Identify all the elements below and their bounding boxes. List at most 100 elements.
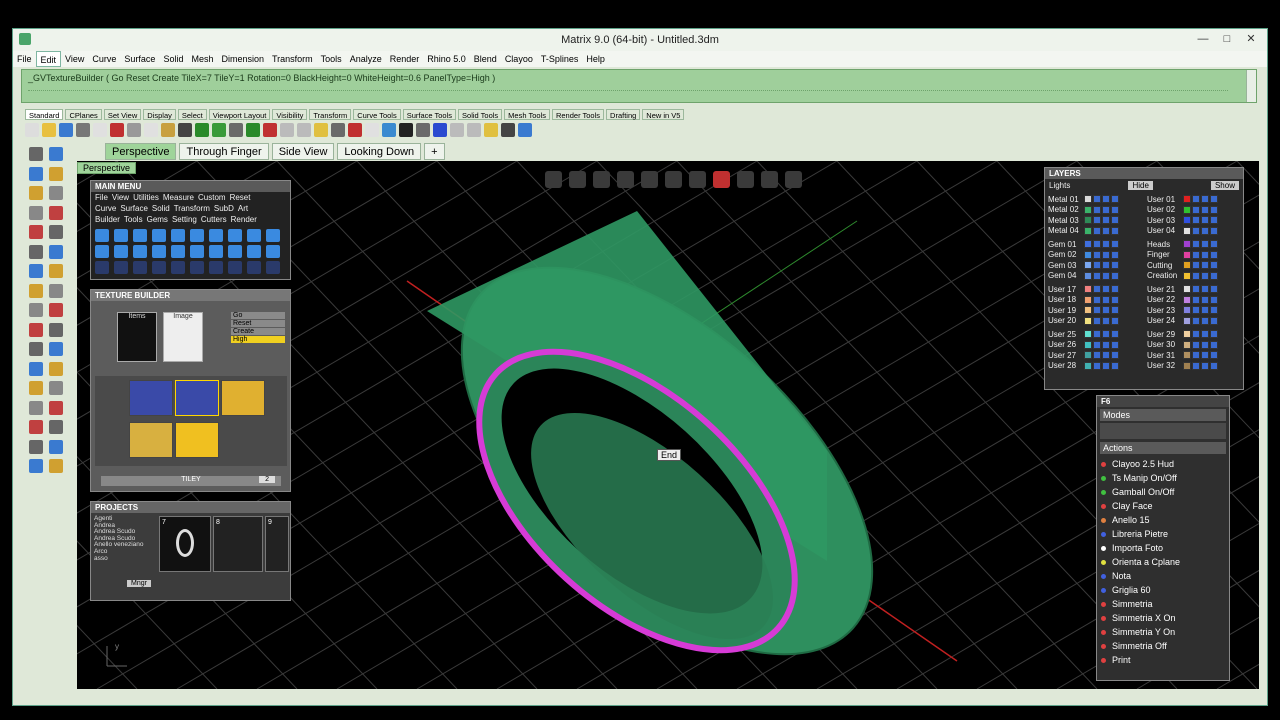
properties-icon[interactable]: [484, 123, 498, 137]
main-menu-tool-1-1-icon[interactable]: [114, 245, 128, 258]
layer-toggle-icon[interactable]: [1111, 316, 1119, 325]
main-menu-tool-2-2-icon[interactable]: [133, 261, 147, 274]
left-tool-13-1-icon[interactable]: [49, 400, 63, 415]
layer-row[interactable]: User 26: [1048, 340, 1144, 351]
layer-toggle-icon[interactable]: [1201, 250, 1209, 259]
toolbar-tab-set-view[interactable]: Set View: [103, 109, 142, 120]
viewport-cube-red-icon[interactable]: [713, 171, 730, 188]
layer-row[interactable]: Cutting: [1147, 260, 1243, 271]
layer-toggle-icon[interactable]: [1210, 316, 1218, 325]
zoom-selected-icon[interactable]: [263, 123, 277, 137]
main-menu-subd[interactable]: SubD: [214, 204, 234, 213]
menu-help[interactable]: Help: [582, 51, 609, 67]
layer-toggle-icon[interactable]: [1192, 340, 1200, 349]
layer-toggle-icon[interactable]: [1093, 285, 1101, 294]
layer-toggle-icon[interactable]: [1210, 250, 1218, 259]
layer-toggle-icon[interactable]: [1093, 271, 1101, 280]
layer-row[interactable]: User 28: [1048, 361, 1144, 372]
toolbar-tab-cplanes[interactable]: CPlanes: [65, 109, 102, 120]
viewport-gear-icon[interactable]: [761, 171, 778, 188]
left-tool-15-0-icon[interactable]: [29, 439, 43, 454]
main-menu-tool-2-0-icon[interactable]: [95, 261, 109, 274]
viewport-tab-perspective[interactable]: Perspective: [105, 143, 177, 160]
hide-button[interactable]: Hide: [1128, 181, 1153, 190]
paste-icon[interactable]: [144, 123, 158, 137]
command-input[interactable]: [28, 90, 1228, 100]
left-tool-16-0-icon[interactable]: [29, 459, 43, 473]
layer-toggle-icon[interactable]: [1210, 226, 1218, 235]
action-item[interactable]: Simmetria Off: [1097, 639, 1229, 653]
main-menu-tool-0-5-icon[interactable]: [190, 229, 204, 242]
layer-toggle-icon[interactable]: [1210, 340, 1218, 349]
left-tool-10-0-icon[interactable]: [29, 342, 43, 356]
menu-transform[interactable]: Transform: [268, 51, 317, 67]
layer-toggle-icon[interactable]: [1210, 306, 1218, 315]
left-tool-15-1-icon[interactable]: [49, 439, 63, 454]
layer-row[interactable]: User 03: [1147, 215, 1243, 226]
action-item[interactable]: Gamball On/Off: [1097, 485, 1229, 499]
layer-toggle-icon[interactable]: [1201, 195, 1209, 204]
layer-toggle-icon[interactable]: [1192, 240, 1200, 249]
main-menu-render[interactable]: Render: [231, 215, 257, 224]
layer-color-swatch[interactable]: [1084, 295, 1092, 304]
action-item[interactable]: Clayoo 2.5 Hud: [1097, 457, 1229, 471]
toolbar-tab-standard[interactable]: Standard: [25, 109, 64, 120]
layer-color-swatch[interactable]: [1183, 285, 1191, 294]
undo-icon[interactable]: [161, 123, 175, 137]
menu-mesh[interactable]: Mesh: [187, 51, 217, 67]
copy-icon[interactable]: [127, 123, 141, 137]
layer-color-swatch[interactable]: [1084, 316, 1092, 325]
layer-toggle-icon[interactable]: [1210, 361, 1218, 370]
texture-option-go[interactable]: Go: [231, 312, 285, 319]
layer-toggle-icon[interactable]: [1111, 351, 1119, 360]
layer-toggle-icon[interactable]: [1210, 271, 1218, 280]
main-menu-tool-2-6-icon[interactable]: [209, 261, 223, 274]
zoom-window-icon[interactable]: [229, 123, 243, 137]
layer-color-swatch[interactable]: [1183, 261, 1191, 270]
ring-model[interactable]: [394, 197, 940, 689]
pattern-pyramid[interactable]: [129, 422, 173, 458]
print-icon[interactable]: [76, 123, 90, 137]
show-button[interactable]: Show: [1210, 181, 1239, 190]
save-icon[interactable]: [59, 123, 73, 137]
left-tool-13-0-icon[interactable]: [29, 400, 43, 415]
main-menu-tool-1-5-icon[interactable]: [190, 245, 204, 258]
layer-toggle-icon[interactable]: [1192, 216, 1200, 225]
action-item[interactable]: Orienta a Cplane: [1097, 555, 1229, 569]
toolbar-tab-drafting[interactable]: Drafting: [606, 109, 641, 120]
main-menu-measure[interactable]: Measure: [163, 193, 194, 202]
zoom-icon[interactable]: [212, 123, 226, 137]
layer-toggle-icon[interactable]: [1093, 205, 1101, 214]
menu-curve[interactable]: Curve: [88, 51, 120, 67]
layer-color-swatch[interactable]: [1183, 330, 1191, 339]
left-tool-5-1-icon[interactable]: [49, 244, 63, 259]
main-menu-tool-0-8-icon[interactable]: [247, 229, 261, 242]
layer-color-swatch[interactable]: [1084, 240, 1092, 249]
layer-toggle-icon[interactable]: [1192, 226, 1200, 235]
layer-toggle-icon[interactable]: [1093, 351, 1101, 360]
layer-toggle-icon[interactable]: [1210, 261, 1218, 270]
viewport-cube-alt-icon[interactable]: [689, 171, 706, 188]
main-menu-tool-1-9-icon[interactable]: [266, 245, 280, 258]
layer-color-swatch[interactable]: [1183, 195, 1191, 204]
light-icon[interactable]: [365, 123, 379, 137]
layer-row[interactable]: User 31: [1147, 350, 1243, 361]
layer-toggle-icon[interactable]: [1093, 306, 1101, 315]
main-menu-tool-2-5-icon[interactable]: [190, 261, 204, 274]
layer-row[interactable]: User 21: [1147, 284, 1243, 295]
viewport-magic-icon[interactable]: [545, 171, 562, 188]
left-tool-16-1-icon[interactable]: [49, 459, 63, 473]
command-scrollbar[interactable]: [1246, 70, 1256, 102]
left-tool-9-0-icon[interactable]: [29, 322, 43, 337]
left-tool-14-1-icon[interactable]: [49, 420, 63, 434]
action-item[interactable]: Simmetria Y On: [1097, 625, 1229, 639]
items-preview[interactable]: Items: [117, 312, 157, 362]
viewport-drop-icon[interactable]: [785, 171, 802, 188]
project-thumb-empty-2[interactable]: 9: [265, 516, 289, 572]
layer-row[interactable]: User 20: [1048, 316, 1144, 327]
layer-color-swatch[interactable]: [1183, 216, 1191, 225]
layer-toggle-icon[interactable]: [1201, 226, 1209, 235]
left-tool-8-1-icon[interactable]: [49, 303, 63, 317]
layer-color-swatch[interactable]: [1084, 361, 1092, 370]
texture-option-create[interactable]: Create: [231, 328, 285, 335]
